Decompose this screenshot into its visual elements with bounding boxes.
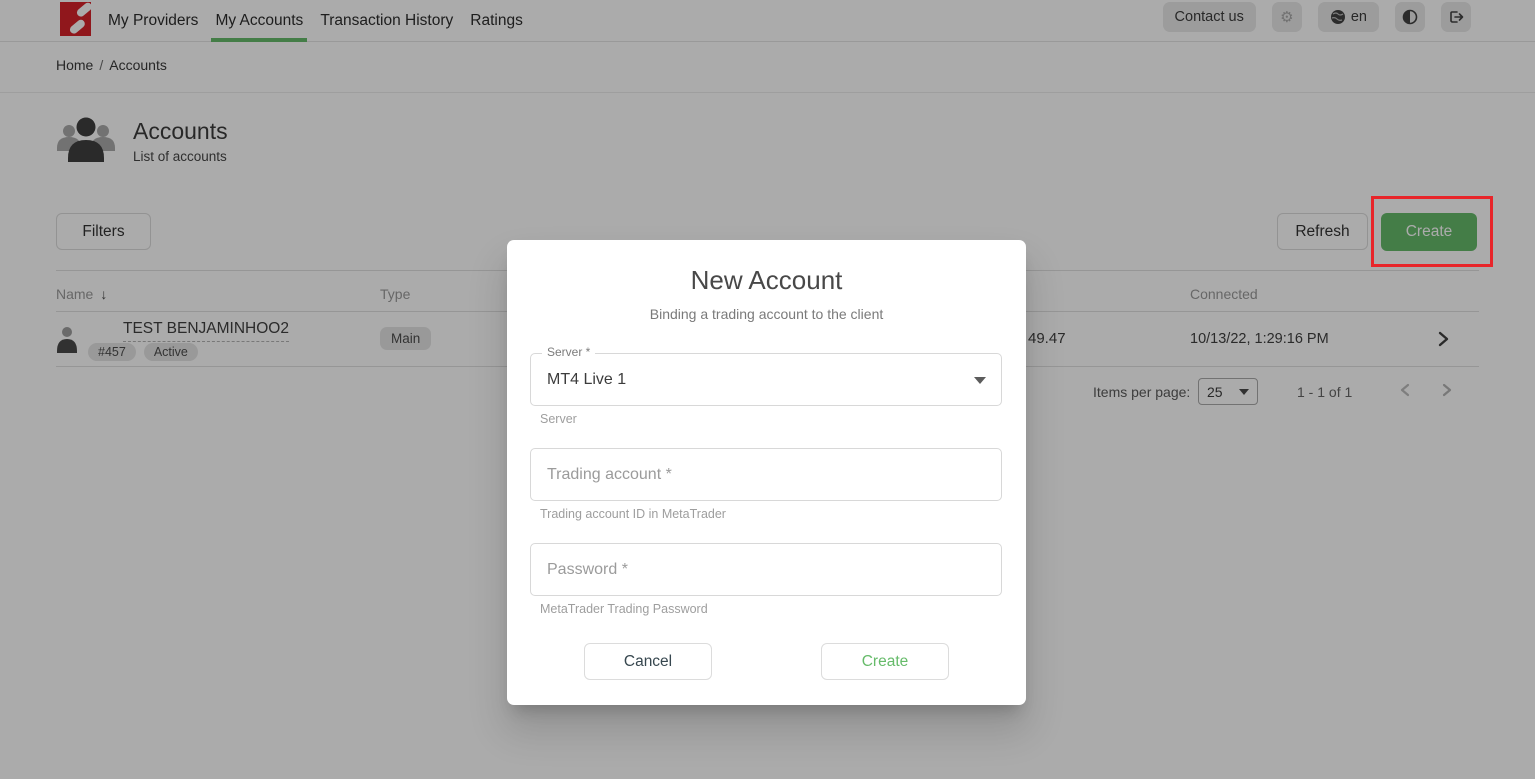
password-input[interactable]: [531, 544, 1001, 595]
new-account-modal: New Account Binding a trading account to…: [507, 240, 1026, 705]
modal-cancel-button[interactable]: Cancel: [584, 643, 712, 680]
trading-account-field: [530, 448, 1002, 501]
server-select-value: MT4 Live 1: [547, 354, 626, 405]
trading-account-hint: Trading account ID in MetaTrader: [540, 507, 726, 521]
modal-create-button[interactable]: Create: [821, 643, 949, 680]
modal-title: New Account: [507, 265, 1026, 296]
password-field: [530, 543, 1002, 596]
trading-account-input[interactable]: [531, 449, 1001, 500]
dropdown-caret-icon: [974, 377, 986, 384]
modal-subtitle: Binding a trading account to the client: [507, 306, 1026, 322]
password-hint: MetaTrader Trading Password: [540, 602, 708, 616]
server-hint: Server: [540, 412, 577, 426]
server-select[interactable]: Server * MT4 Live 1: [530, 353, 1002, 406]
